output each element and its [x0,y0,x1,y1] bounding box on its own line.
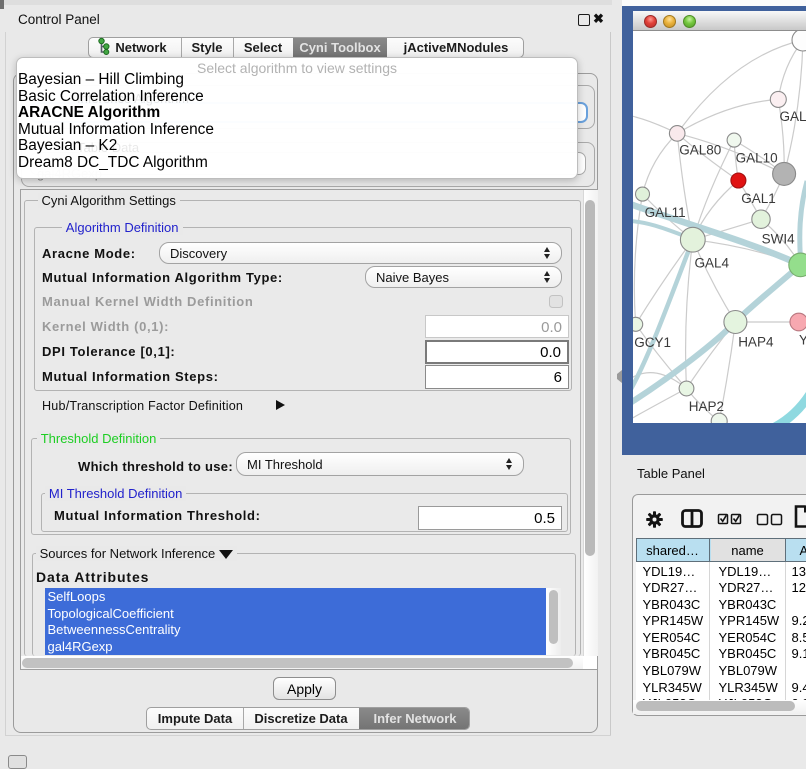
svg-text:GAL80: GAL80 [679,143,721,158]
svg-text:HAP2: HAP2 [689,399,724,414]
svg-text:HAP4: HAP4 [738,334,774,349]
svg-text:SWI4: SWI4 [762,232,795,247]
svg-text:GCY1: GCY1 [634,335,671,350]
svg-text:GAL11: GAL11 [645,205,686,220]
svg-text:Y: Y [799,333,806,348]
svg-text:GAL10: GAL10 [736,151,778,166]
svg-text:GAL4: GAL4 [695,256,730,271]
svg-text:GAL: GAL [780,109,806,124]
svg-text:GAL1: GAL1 [741,191,776,206]
